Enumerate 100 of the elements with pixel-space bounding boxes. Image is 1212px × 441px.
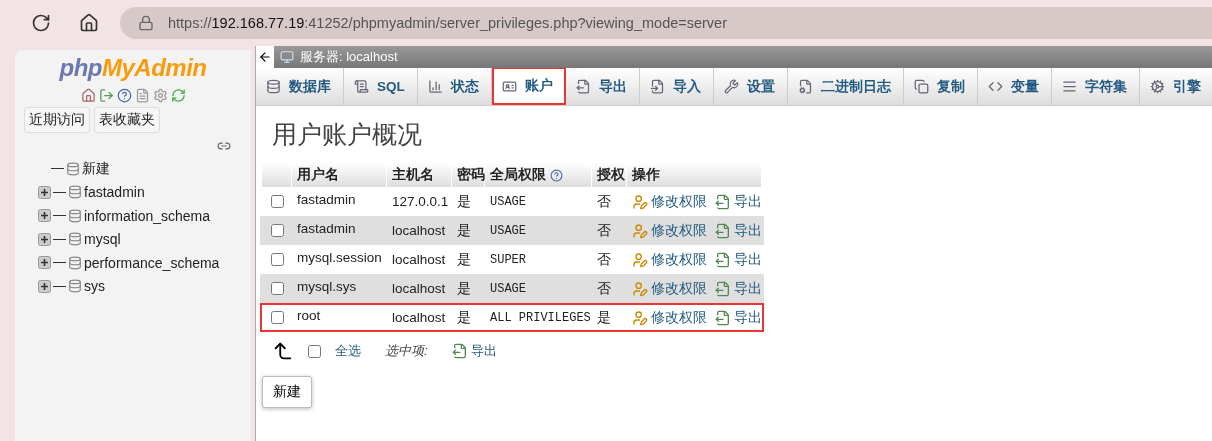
edit-privileges-link[interactable]: 修改权限	[632, 308, 707, 327]
sidebar-button[interactable]: 近期访问	[24, 107, 90, 133]
tab[interactable]: SQL	[344, 68, 418, 105]
tab[interactable]: 数据库	[256, 68, 344, 105]
lines-icon	[1061, 79, 1077, 94]
reload-icon	[170, 88, 186, 103]
table-cell-text: fastadmin	[296, 191, 357, 209]
lock-icon	[138, 15, 154, 31]
database-icon	[68, 208, 82, 223]
scroll-icon	[354, 79, 369, 94]
tab[interactable]: 设置	[713, 68, 788, 105]
select-all-label[interactable]: 全选	[335, 342, 361, 360]
table-cell-text: 是	[456, 308, 472, 327]
row-checkbox[interactable]	[271, 311, 284, 324]
expand-icon[interactable]	[38, 209, 51, 223]
edit-privileges-link[interactable]: 修改权限	[632, 192, 707, 211]
table-cell-text: 否	[596, 250, 612, 269]
home-icon	[80, 88, 96, 103]
monitor-icon	[280, 50, 294, 64]
with-selected-label: 选中项:	[385, 342, 428, 360]
user-pencil-icon	[632, 251, 648, 268]
table-cell-text: localhost	[391, 222, 447, 240]
table-cell-text: 否	[596, 221, 612, 240]
row-checkbox[interactable]	[271, 253, 284, 266]
export-icon	[715, 193, 731, 210]
import-icon	[649, 79, 665, 94]
column-header: 操作	[632, 166, 660, 184]
export-icon	[715, 251, 731, 268]
address-bar[interactable]: https://192.168.77.19:41252/phpmyadmin/server_privileges.php?viewing_mode=server	[120, 7, 1212, 39]
edit-privileges-link[interactable]: 修改权限	[632, 279, 707, 298]
expand-icon[interactable]	[38, 279, 51, 293]
gear-icon	[1149, 79, 1165, 94]
tab[interactable]: 导出	[565, 68, 640, 105]
table-cell-text: localhost	[391, 251, 447, 269]
settings-icon	[152, 88, 168, 103]
new-button[interactable]: 新建	[262, 376, 312, 408]
link-icon	[217, 139, 231, 153]
table-cell-text: 否	[596, 279, 612, 298]
export-link[interactable]: 导出	[451, 342, 497, 360]
table-cell-text: mysql.sys	[296, 278, 358, 296]
database-icon	[68, 279, 82, 294]
table-cell-text: USAGE	[489, 193, 527, 211]
copy-icon	[913, 79, 929, 94]
column-header: 授权	[597, 166, 625, 184]
database-icon	[68, 255, 82, 270]
column-header: 用户名	[297, 166, 339, 184]
back-button[interactable]	[256, 46, 274, 68]
export-link[interactable]: 导出	[715, 279, 762, 298]
table-cell-text: USAGE	[489, 222, 527, 240]
user-pencil-icon	[632, 280, 648, 297]
column-header: 密码	[457, 166, 485, 184]
home-icon	[79, 13, 99, 33]
database-icon	[266, 79, 281, 94]
tab[interactable]: 账户	[491, 68, 566, 105]
edit-privileges-link[interactable]: 修改权限	[632, 250, 707, 269]
table-cell-text: localhost	[391, 309, 447, 327]
help-icon	[550, 168, 563, 182]
tab[interactable]: 状态	[417, 68, 492, 105]
expand-icon[interactable]	[38, 232, 51, 246]
user-pencil-icon	[632, 309, 648, 326]
breadcrumb[interactable]: 服务器: localhost	[300, 48, 398, 66]
tab[interactable]: 复制	[903, 68, 978, 105]
logo[interactable]: phpMyAdmin	[23, 54, 243, 82]
column-header: 主机名	[392, 166, 434, 184]
tree-item[interactable]: mysql	[84, 231, 121, 248]
table-cell-text: fastadmin	[296, 220, 357, 238]
arrow-up-icon	[272, 340, 294, 362]
table-cell-text: 是	[596, 308, 612, 327]
export-link[interactable]: 导出	[715, 221, 762, 240]
tree-item[interactable]: sys	[84, 278, 105, 295]
tree-item[interactable]: performance_schema	[84, 254, 220, 271]
tree-item[interactable]: 新建	[82, 159, 110, 178]
sidebar-button[interactable]: 表收藏夹	[94, 107, 160, 133]
tab[interactable]: 变量	[977, 68, 1052, 105]
database-icon	[68, 232, 82, 247]
exit-icon	[98, 88, 114, 103]
export-icon	[451, 343, 468, 359]
expand-icon[interactable]	[38, 185, 51, 199]
edit-privileges-link[interactable]: 修改权限	[632, 221, 707, 240]
export-link[interactable]: 导出	[715, 308, 762, 327]
row-checkbox[interactable]	[271, 282, 284, 295]
tree-item[interactable]: information_schema	[84, 207, 211, 224]
tab[interactable]: 字符集	[1051, 68, 1140, 105]
tree-item[interactable]: fastadmin	[84, 184, 145, 201]
table-cell-text: 是	[456, 221, 472, 240]
export-link[interactable]: 导出	[715, 250, 762, 269]
export-icon	[575, 79, 591, 94]
select-all-checkbox[interactable]	[308, 344, 321, 358]
database-icon	[68, 185, 82, 200]
document-icon	[134, 88, 150, 103]
expand-icon[interactable]	[38, 256, 51, 270]
export-link[interactable]: 导出	[715, 192, 762, 211]
table-cell-text: USAGE	[489, 280, 527, 298]
tab[interactable]: 二进制日志	[787, 68, 904, 105]
column-header: 全局权限	[490, 166, 546, 184]
row-checkbox[interactable]	[271, 195, 284, 208]
tab[interactable]: 引擎	[1139, 68, 1212, 105]
id-card-icon	[501, 78, 517, 94]
tab[interactable]: 导入	[639, 68, 714, 105]
row-checkbox[interactable]	[271, 224, 284, 237]
